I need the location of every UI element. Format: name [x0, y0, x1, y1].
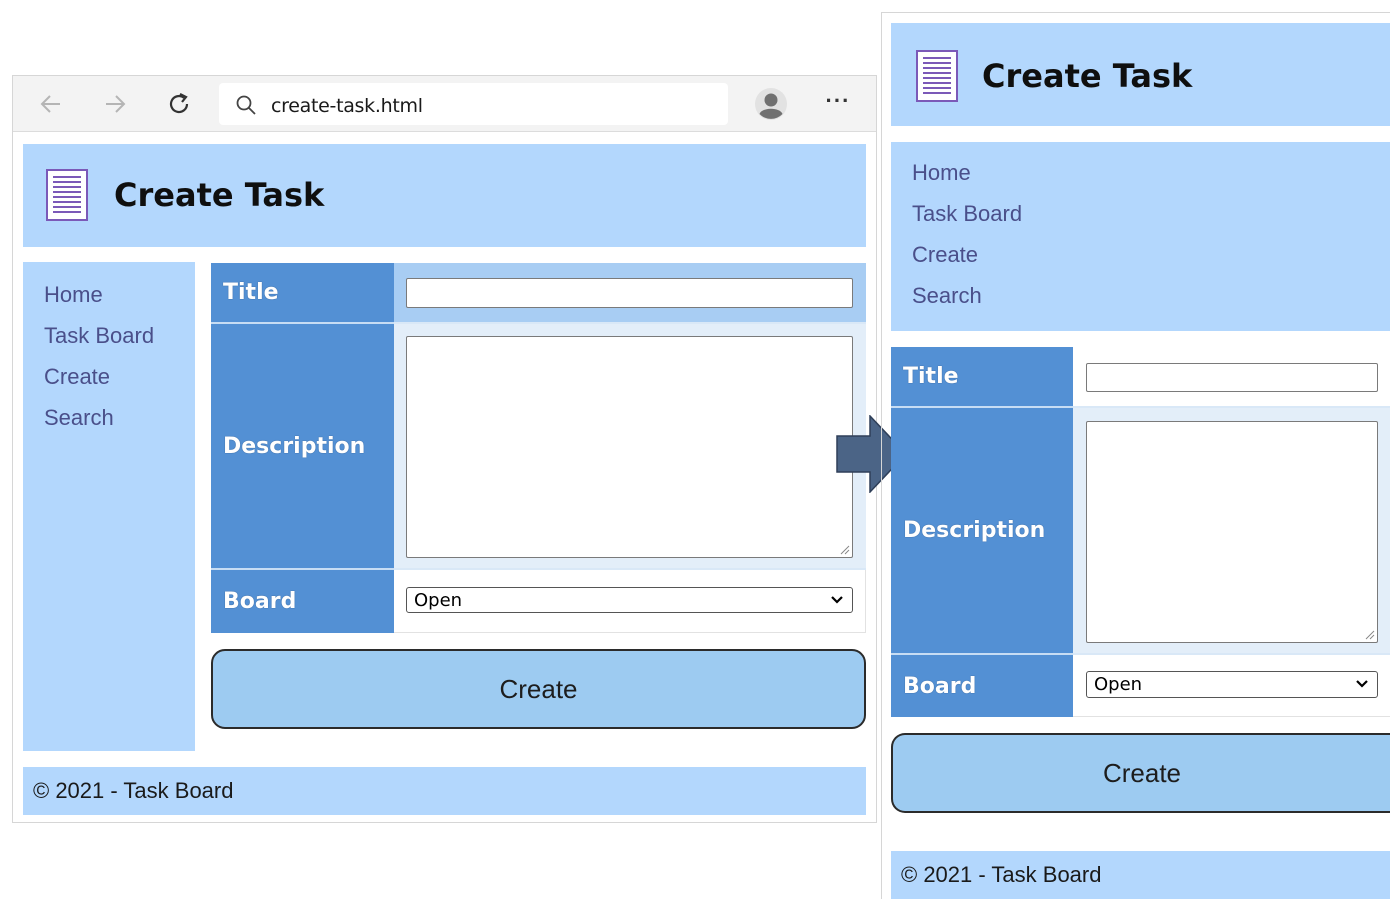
- narrow-view: Create Task Home Task Board Create Searc…: [881, 12, 1390, 899]
- task-form: Title Description Board Open: [211, 263, 866, 633]
- browser-toolbar: create-task.html ···: [13, 76, 876, 132]
- forward-button[interactable]: [101, 90, 129, 118]
- nav-link-task-board[interactable]: Task Board: [44, 323, 195, 364]
- address-url: create-task.html: [271, 95, 423, 117]
- create-button-narrow[interactable]: Create: [891, 733, 1390, 813]
- browser-window: create-task.html ··· Create Task Home Ta…: [12, 75, 877, 823]
- description-label: Description: [211, 324, 394, 570]
- page-footer: © 2021 - Task Board: [23, 767, 866, 815]
- board-select[interactable]: Open: [406, 587, 853, 613]
- nav-link-home-narrow[interactable]: Home: [912, 160, 1390, 201]
- board-label: Board: [211, 570, 394, 633]
- description-cell: [394, 324, 866, 570]
- back-button[interactable]: [37, 90, 65, 118]
- title-label-narrow: Title: [891, 347, 1073, 408]
- resize-grip-icon[interactable]: [1365, 630, 1375, 640]
- page-title: Create Task: [114, 176, 325, 214]
- arrow-left-icon: [40, 95, 60, 113]
- title-input[interactable]: [406, 278, 853, 308]
- board-cell-narrow: Open: [1073, 655, 1390, 717]
- description-textarea-narrow[interactable]: [1086, 421, 1378, 643]
- nav-link-create[interactable]: Create: [44, 364, 195, 405]
- board-cell: Open: [394, 570, 866, 633]
- chevron-down-icon: [1356, 680, 1368, 688]
- more-icon[interactable]: ···: [823, 90, 853, 118]
- board-select-narrow[interactable]: Open: [1086, 671, 1378, 698]
- footer-text-narrow: © 2021 - Task Board: [901, 862, 1102, 887]
- document-icon: [46, 169, 88, 221]
- address-bar[interactable]: create-task.html: [219, 83, 728, 125]
- page-footer-narrow: © 2021 - Task Board: [891, 851, 1390, 899]
- description-label-narrow: Description: [891, 408, 1073, 655]
- arrow-right-icon: [106, 95, 126, 113]
- resize-grip-icon[interactable]: [840, 545, 850, 555]
- title-cell-narrow: [1073, 347, 1390, 408]
- create-button[interactable]: Create: [211, 649, 866, 729]
- nav-link-search-narrow[interactable]: Search: [912, 283, 1390, 324]
- description-textarea[interactable]: [406, 336, 853, 558]
- nav-link-create-narrow[interactable]: Create: [912, 242, 1390, 283]
- nav-link-task-board-narrow[interactable]: Task Board: [912, 201, 1390, 242]
- profile-icon[interactable]: [754, 87, 788, 121]
- top-nav-narrow: Home Task Board Create Search: [891, 142, 1390, 331]
- sidebar-nav: Home Task Board Create Search: [23, 262, 195, 751]
- nav-link-search[interactable]: Search: [44, 405, 195, 446]
- nav-link-home[interactable]: Home: [44, 282, 195, 323]
- title-input-narrow[interactable]: [1086, 363, 1378, 392]
- document-icon: [916, 50, 958, 102]
- board-select-value-narrow: Open: [1094, 674, 1143, 695]
- reload-icon: [169, 93, 189, 114]
- board-label-narrow: Board: [891, 655, 1073, 717]
- description-cell-narrow: [1073, 408, 1390, 655]
- page-header-narrow: Create Task: [891, 23, 1390, 126]
- chevron-down-icon: [831, 596, 843, 604]
- page-header: Create Task: [23, 144, 866, 247]
- reload-button[interactable]: [165, 90, 193, 118]
- title-cell: [394, 263, 866, 324]
- title-label: Title: [211, 263, 394, 324]
- page-title-narrow: Create Task: [982, 57, 1193, 95]
- board-select-value: Open: [414, 589, 463, 611]
- task-form-narrow: Title Description Board Open: [891, 347, 1390, 717]
- footer-text: © 2021 - Task Board: [33, 778, 234, 803]
- search-icon: [236, 95, 256, 115]
